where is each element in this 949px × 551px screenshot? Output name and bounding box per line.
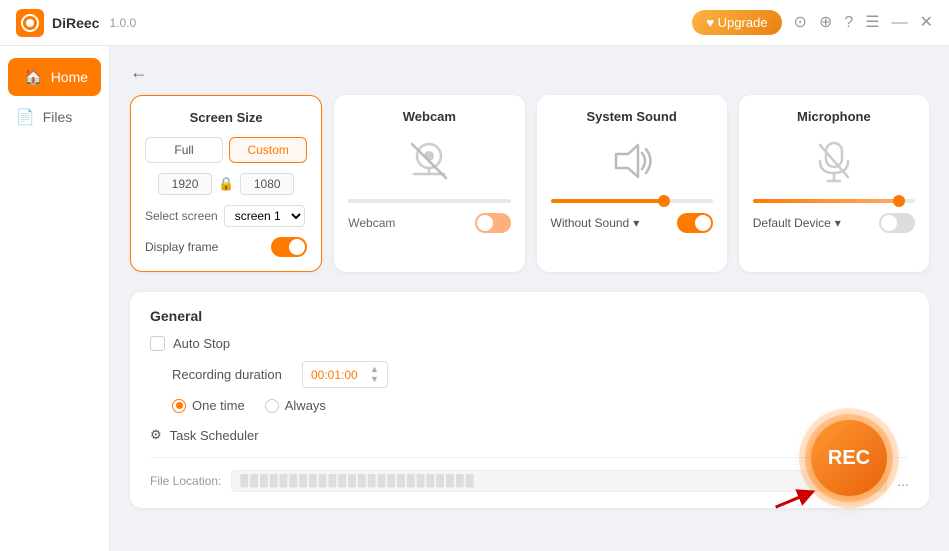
auto-stop-checkbox[interactable] xyxy=(150,336,165,351)
auto-stop-label: Auto Stop xyxy=(173,336,230,351)
screen-select[interactable]: screen 1 screen 2 xyxy=(224,205,305,227)
sidebar-item-home-label: Home xyxy=(51,69,88,85)
mic-device-label: Default Device xyxy=(753,216,831,230)
radio-always[interactable]: Always xyxy=(265,398,326,413)
webcam-toggle[interactable]: .webcam-t::after{left:18px;background:wh… xyxy=(475,213,511,233)
screen-size-title: Screen Size xyxy=(145,110,307,125)
auto-stop-row: Auto Stop xyxy=(150,336,909,351)
privacy-icon[interactable]: ⊕ xyxy=(819,15,832,31)
select-screen-label: Select screen xyxy=(145,209,218,223)
microphone-card: Microphone xyxy=(739,95,929,272)
speaker-icon xyxy=(608,137,656,190)
lock-icon: 🔒 xyxy=(218,176,234,192)
full-button[interactable]: Full xyxy=(145,137,223,163)
general-title: General xyxy=(150,308,909,324)
back-button[interactable]: ← xyxy=(130,62,148,83)
webcam-label: Webcam xyxy=(348,216,395,230)
sidebar-item-home[interactable]: 🏠 Home xyxy=(8,58,101,96)
screen-size-card: Screen Size Full Custom 🔒 Select screen … xyxy=(130,95,322,272)
system-sound-toggle[interactable] xyxy=(677,213,713,233)
sidebar-item-files-label: Files xyxy=(43,109,73,125)
rec-area: REC xyxy=(789,398,909,518)
microphone-toggle[interactable] xyxy=(879,213,915,233)
titlebar-left: DiReec 1.0.0 xyxy=(16,9,136,37)
app-version: 1.0.0 xyxy=(109,16,136,30)
sound-icon-wrap xyxy=(551,136,713,191)
sound-slider[interactable] xyxy=(551,199,713,203)
main-layout: 🏠 Home 📄 Files ← Screen Size Full Custom… xyxy=(0,46,949,551)
dropdown-chevron: ▾ xyxy=(633,216,639,230)
rec-button-wrap: REC xyxy=(789,398,909,518)
upgrade-button[interactable]: ♥ Upgrade xyxy=(692,10,781,35)
webcam-slider[interactable] xyxy=(348,199,510,203)
mic-icon-wrap xyxy=(753,136,915,191)
height-input[interactable] xyxy=(240,173,294,195)
rec-label: REC xyxy=(828,447,870,470)
files-icon: 📄 xyxy=(16,108,35,126)
help-icon[interactable]: ? xyxy=(844,15,853,31)
mic-dropdown-chevron: ▾ xyxy=(835,216,841,230)
close-icon[interactable]: ✕ xyxy=(920,15,933,31)
microphone-title: Microphone xyxy=(753,109,915,124)
webcam-bottom: Webcam .webcam-t::after{left:18px;backgr… xyxy=(348,213,510,233)
sidebar-item-files[interactable]: 📄 Files xyxy=(0,98,109,136)
settings-icon[interactable]: ⊙ xyxy=(794,15,807,31)
duration-input-wrap: ▲ ▼ xyxy=(302,361,388,388)
titlebar: DiReec 1.0.0 ♥ Upgrade ⊙ ⊕ ? ☰ — ✕ xyxy=(0,0,949,46)
webcam-icon-wrap xyxy=(348,136,510,191)
content: ← Screen Size Full Custom 🔒 Select scree… xyxy=(110,46,949,551)
sound-select-row: Without Sound ▾ xyxy=(551,213,713,233)
recording-duration-label: Recording duration xyxy=(172,367,292,382)
file-location-label: File Location: xyxy=(150,474,221,488)
radio-one-time-btn[interactable] xyxy=(172,399,186,413)
duration-arrows: ▲ ▼ xyxy=(370,365,379,384)
display-frame-row: Display frame xyxy=(145,237,307,257)
mic-device-dropdown[interactable]: Default Device ▾ xyxy=(753,216,841,230)
select-screen-row: Select screen screen 1 screen 2 xyxy=(145,205,307,227)
rec-button[interactable]: REC xyxy=(811,420,887,496)
duration-up-arrow[interactable]: ▲ xyxy=(370,365,379,374)
mic-slider[interactable] xyxy=(753,199,915,203)
sidebar: 🏠 Home 📄 Files xyxy=(0,46,110,551)
duration-down-arrow[interactable]: ▼ xyxy=(370,375,379,384)
without-sound-label: Without Sound xyxy=(551,216,630,230)
gear-icon: ⚙ xyxy=(150,427,162,443)
custom-button[interactable]: Custom xyxy=(229,137,307,163)
general-section: General Auto Stop Recording duration ▲ ▼ xyxy=(130,292,929,508)
dimension-row: 🔒 xyxy=(145,173,307,195)
system-sound-title: System Sound xyxy=(551,109,713,124)
display-frame-toggle[interactable] xyxy=(271,237,307,257)
minimize-icon[interactable]: — xyxy=(892,15,908,31)
radio-one-time[interactable]: One time xyxy=(172,398,245,413)
microphone-off-icon xyxy=(810,137,858,190)
titlebar-right: ♥ Upgrade ⊙ ⊕ ? ☰ — ✕ xyxy=(692,10,933,35)
display-frame-label: Display frame xyxy=(145,240,218,254)
mic-bottom: Default Device ▾ xyxy=(753,213,915,233)
webcam-title: Webcam xyxy=(348,109,510,124)
home-icon: 🏠 xyxy=(24,68,43,86)
webcam-off-icon xyxy=(404,136,454,191)
app-name: DiReec xyxy=(52,15,99,31)
screen-size-btn-group: Full Custom xyxy=(145,137,307,163)
sound-dropdown[interactable]: Without Sound ▾ xyxy=(551,216,640,230)
duration-input[interactable] xyxy=(311,368,366,382)
task-scheduler-label: Task Scheduler xyxy=(170,428,259,443)
webcam-card: Webcam Webc xyxy=(334,95,524,272)
width-input[interactable] xyxy=(158,173,212,195)
app-logo xyxy=(16,9,44,37)
cards-row: Screen Size Full Custom 🔒 Select screen … xyxy=(130,95,929,272)
radio-always-btn[interactable] xyxy=(265,399,279,413)
menu-icon[interactable]: ☰ xyxy=(865,15,879,31)
recording-duration-row: Recording duration ▲ ▼ xyxy=(150,361,909,388)
radio-one-time-label: One time xyxy=(192,398,245,413)
radio-always-label: Always xyxy=(285,398,326,413)
system-sound-card: System Sound Without Sound xyxy=(537,95,727,272)
